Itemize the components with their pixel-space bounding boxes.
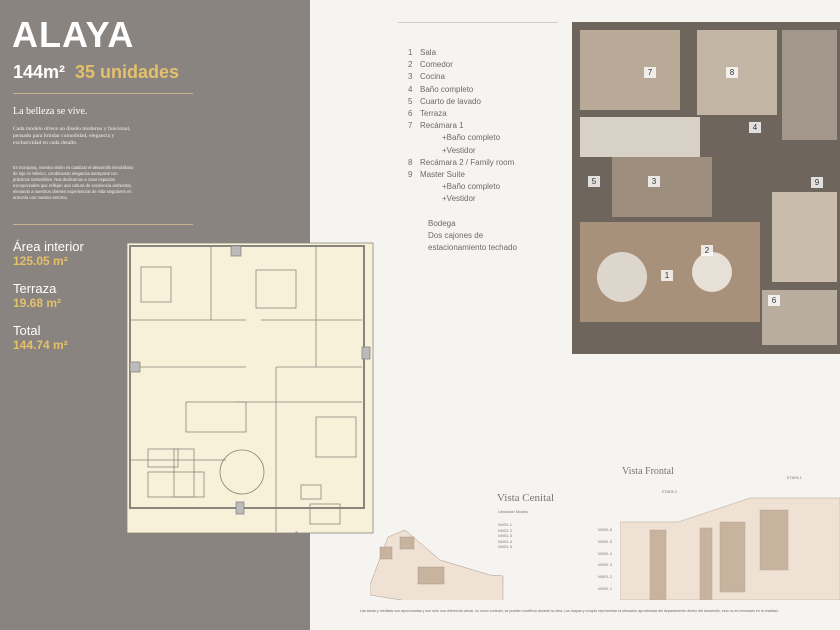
legend-item: 4 Baño completo — [408, 84, 474, 94]
legend-subitem: +Baño completo — [442, 133, 501, 143]
frontal-levels: NIVEL 6 NIVEL 5 NIVEL 4 NIVEL 3 NIVEL 2 NIVEL… — [598, 525, 612, 596]
legend-item: 7 Recámara 1 — [408, 121, 464, 131]
room-number: 8 — [730, 68, 735, 77]
area-terraza: Terraza 19.68 m² — [13, 281, 62, 311]
units-count: 35 unidades — [75, 62, 180, 82]
legend-subitem: Bodega — [428, 218, 456, 228]
divider — [13, 93, 193, 94]
legend-item: 1 Sala — [408, 48, 437, 57]
vista-frontal-title: Vista Frontal — [622, 466, 674, 477]
etapa-1-label: ETAPA 1 — [787, 476, 802, 480]
room-number: 7 — [648, 68, 653, 77]
vista-cenital-subtitle: Ubicación Modelo — [498, 510, 529, 514]
legend-subitem: Dos cajones de — [428, 230, 484, 240]
vista-cenital-diagram — [370, 529, 504, 600]
floor-plan-render: 1 2 3 4 5 6 7 8 9 — [572, 22, 840, 354]
room-number: 6 — [772, 296, 777, 305]
size-value: 144m² — [13, 62, 66, 82]
room-number: 9 — [815, 178, 820, 187]
legend-item: 5 Cuarto de lavado — [408, 96, 481, 106]
vista-cenital-title: Vista Cenital — [497, 492, 555, 504]
legend-subitem: estacionamiento techado — [428, 243, 517, 253]
level-label: NIVEL 1 — [598, 586, 612, 591]
floor-plan — [126, 242, 374, 534]
mission-paragraph: En Europarq, nuestra visión es catalizar… — [13, 165, 134, 200]
room-legend: 1 Sala 2 Comedor 3 Cocina 4 Baño completo 5 Cuart… — [398, 22, 558, 254]
legend-subitem: +Vestidor — [442, 194, 476, 204]
disclaimer: Las áreas y medidas son aproximadas y so… — [360, 609, 779, 613]
tagline: La belleza se vive. — [13, 106, 88, 117]
level-label: NIVEL 3 — [598, 563, 612, 568]
legend-item: 3 Cocina — [408, 72, 445, 82]
room-number: 1 — [665, 271, 670, 280]
legend-subitem: +Baño completo — [442, 182, 501, 192]
legend-item: 6 Terraza — [408, 109, 447, 119]
model-title: ALAYA — [12, 14, 135, 55]
room-number: 5 — [592, 177, 597, 186]
legend-item: 2 Comedor — [408, 60, 453, 70]
level-label: NIVEL 6 — [598, 528, 612, 532]
vista-frontal-diagram — [620, 497, 840, 600]
legend-item: 8 Recámara 2 / Family room — [408, 157, 515, 167]
level-label: NIVEL 2 — [598, 575, 612, 580]
room-number: 3 — [652, 177, 657, 186]
area-interior: Área interior 125.05 m² — [13, 239, 84, 269]
model-size: 144m² 35 unidades — [13, 62, 179, 83]
level-label: NIVEL 5 — [598, 539, 612, 544]
area-total: Total 144.74 m² — [13, 323, 68, 353]
intro-paragraph: Cada modelo ofrece un diseño moderno y f… — [13, 126, 131, 146]
legend-item: 9 Master Suite — [408, 170, 465, 180]
level-label: NIVEL 4 — [598, 551, 612, 556]
room-number: 2 — [705, 246, 710, 255]
legend-subitem: +Vestidor — [442, 145, 476, 155]
divider — [13, 224, 193, 225]
room-number: 4 — [753, 123, 758, 132]
